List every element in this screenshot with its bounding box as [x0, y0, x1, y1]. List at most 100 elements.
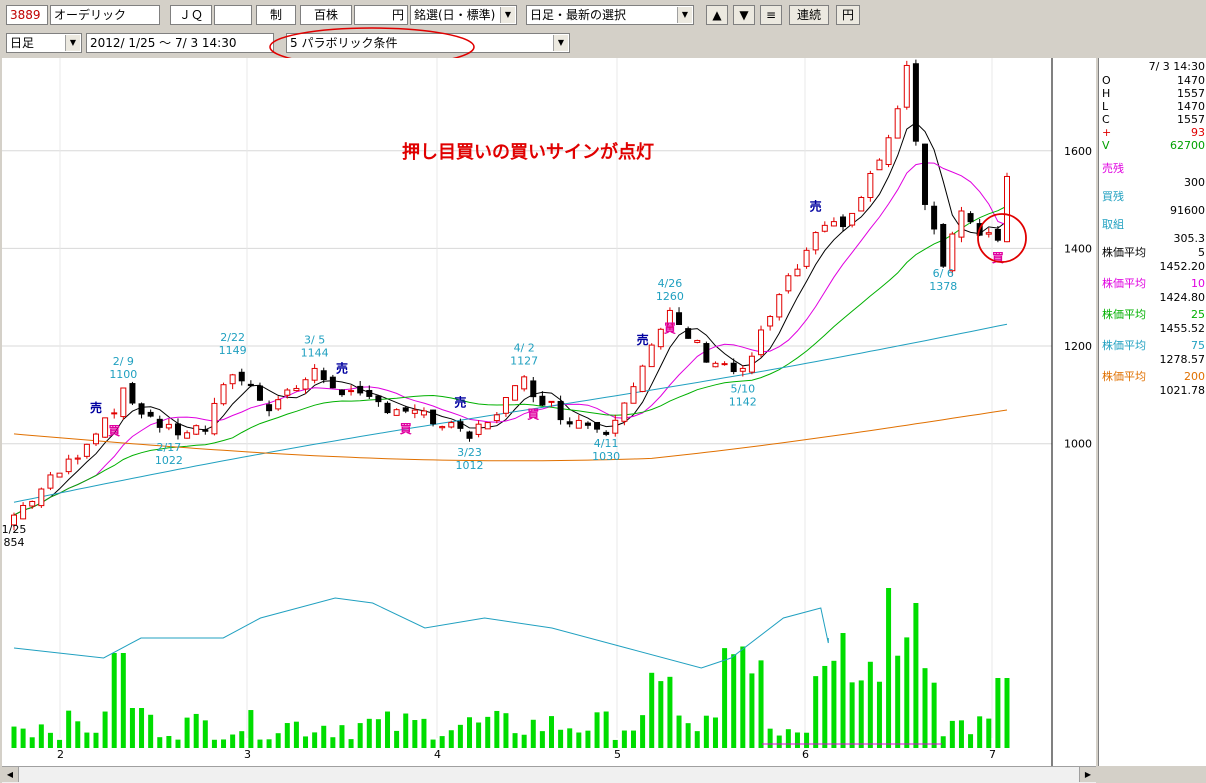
candle-body — [949, 233, 956, 272]
chevron-down-icon[interactable]: ▼ — [553, 35, 568, 51]
candle-body — [794, 268, 801, 277]
volume-bar — [403, 713, 409, 748]
moving-average-line-75 — [13, 323, 1008, 503]
volume-bar — [804, 732, 810, 748]
candle-body — [229, 374, 236, 385]
currency-button[interactable]: 円 — [836, 5, 860, 25]
volume-bar — [293, 721, 299, 748]
volume-bar — [394, 730, 400, 748]
volume-bar — [521, 734, 527, 748]
volume-bar — [366, 718, 372, 748]
stock-select-label: 銘選(日・標準) — [414, 8, 496, 22]
candle-body — [238, 371, 245, 382]
candle-body — [840, 216, 847, 228]
volume-bar — [539, 731, 545, 748]
candle-body — [184, 432, 191, 439]
candle-body — [1004, 175, 1010, 243]
volume-bar — [38, 724, 44, 748]
candle-body — [102, 417, 109, 438]
volume-bar — [248, 710, 254, 748]
ma-value-75: 1278.57 — [1159, 353, 1206, 366]
buy-signal-label: 買 — [992, 251, 1004, 265]
candle-body — [912, 63, 919, 142]
volume-bar — [1004, 678, 1010, 748]
extreme-date-label: 1/25 — [2, 523, 26, 536]
volume-bar — [211, 739, 217, 748]
volume-bar — [640, 715, 646, 748]
candle-body — [557, 400, 564, 421]
volume-bar — [731, 654, 737, 748]
candle-body — [694, 339, 701, 343]
price-tick-label: 1600 — [1064, 145, 1092, 158]
volume-bar — [594, 712, 600, 748]
volume-bar — [430, 739, 436, 748]
buy-signal-label: 買 — [527, 408, 539, 422]
candle-body — [994, 228, 1001, 241]
scroll-right-icon[interactable]: ▶ — [1079, 767, 1096, 782]
extreme-value-label: 1127 — [510, 355, 538, 368]
candle-body — [730, 362, 737, 373]
candle-body — [767, 316, 774, 327]
candle-body — [83, 443, 90, 457]
candle-body — [329, 376, 336, 389]
stock-code-field[interactable]: 3889 — [6, 5, 48, 25]
chevron-down-icon[interactable]: ▼ — [677, 7, 692, 23]
stock-name-field[interactable]: オーデリック — [50, 5, 160, 25]
candle-body — [92, 433, 99, 445]
volume-bar — [712, 717, 718, 748]
chevron-down-icon[interactable]: ▼ — [500, 7, 515, 23]
volume-bar — [102, 711, 108, 748]
extreme-date-label: 3/ 5 — [304, 333, 325, 346]
annotation-text: 押し目買いの買いサインが点灯 — [402, 141, 654, 163]
extreme-date-label: 3/23 — [457, 446, 482, 459]
volume-bar — [284, 723, 290, 748]
candle-body — [739, 367, 746, 372]
candle-body — [493, 414, 500, 422]
blank-field[interactable] — [214, 5, 252, 25]
volume-bar — [120, 653, 126, 748]
candle-body — [357, 385, 364, 394]
candle-body — [338, 389, 345, 396]
ma-value-200: 1021.78 — [1159, 384, 1206, 397]
extreme-date-label: 4/26 — [658, 277, 683, 290]
stock-select-dropdown[interactable]: 銘選(日・標準) ▼ — [410, 5, 517, 25]
up-button[interactable]: ▲ — [706, 5, 728, 25]
volume-bar — [621, 730, 627, 748]
price-tick-label: 1200 — [1064, 340, 1092, 353]
horizontal-scrollbar[interactable]: ◀ ▶ — [2, 766, 1096, 783]
extreme-date-label: 2/22 — [220, 331, 245, 344]
price-tick-label: 1400 — [1064, 242, 1092, 255]
margin-ratio-line — [13, 597, 829, 669]
candle-body — [484, 422, 491, 430]
period-select-dropdown[interactable]: 日足・最新の選択 ▼ — [526, 5, 694, 25]
volume-bar — [467, 717, 473, 748]
extreme-date-label: 6/ 6 — [933, 267, 954, 280]
down-button[interactable]: ▼ — [733, 5, 755, 25]
info-time: 7/ 3 14:30 — [1148, 60, 1205, 73]
extreme-value-label: 1142 — [729, 395, 757, 408]
volume-bar — [822, 665, 828, 748]
extreme-value-label: 1149 — [219, 344, 247, 357]
candle-body — [876, 159, 883, 171]
continuous-button[interactable]: 連続 — [789, 5, 829, 25]
volume-bar — [312, 732, 318, 748]
buy-signal-label: 買 — [400, 422, 412, 436]
timeframe-dropdown[interactable]: 日足 ▼ — [6, 33, 82, 53]
extreme-value-label: 854 — [4, 536, 25, 549]
candle-body — [849, 212, 856, 226]
chevron-down-icon[interactable]: ▼ — [65, 35, 80, 51]
price-chart[interactable]: 1/25 854 2/ 9 1100 2/17 1022 2/22 1149 3/ 5 1144 3… — [2, 33, 1096, 766]
candle-body — [293, 387, 300, 392]
yen-field[interactable]: 円 — [354, 5, 408, 25]
scroll-left-icon[interactable]: ◀ — [2, 767, 19, 782]
candle-body — [211, 402, 218, 435]
volume-bar — [740, 646, 746, 748]
candle-body — [748, 355, 755, 373]
candle-body — [266, 404, 273, 412]
ohlc-row-0: O 1470 — [1102, 74, 1205, 87]
menu-button[interactable]: ≡ — [760, 5, 782, 25]
date-range-field[interactable]: 2012/ 1/25 ～ 7/ 3 14:30 — [86, 33, 274, 53]
candle-body — [384, 402, 391, 414]
volume-bar — [266, 739, 272, 748]
candle-body — [120, 387, 127, 418]
